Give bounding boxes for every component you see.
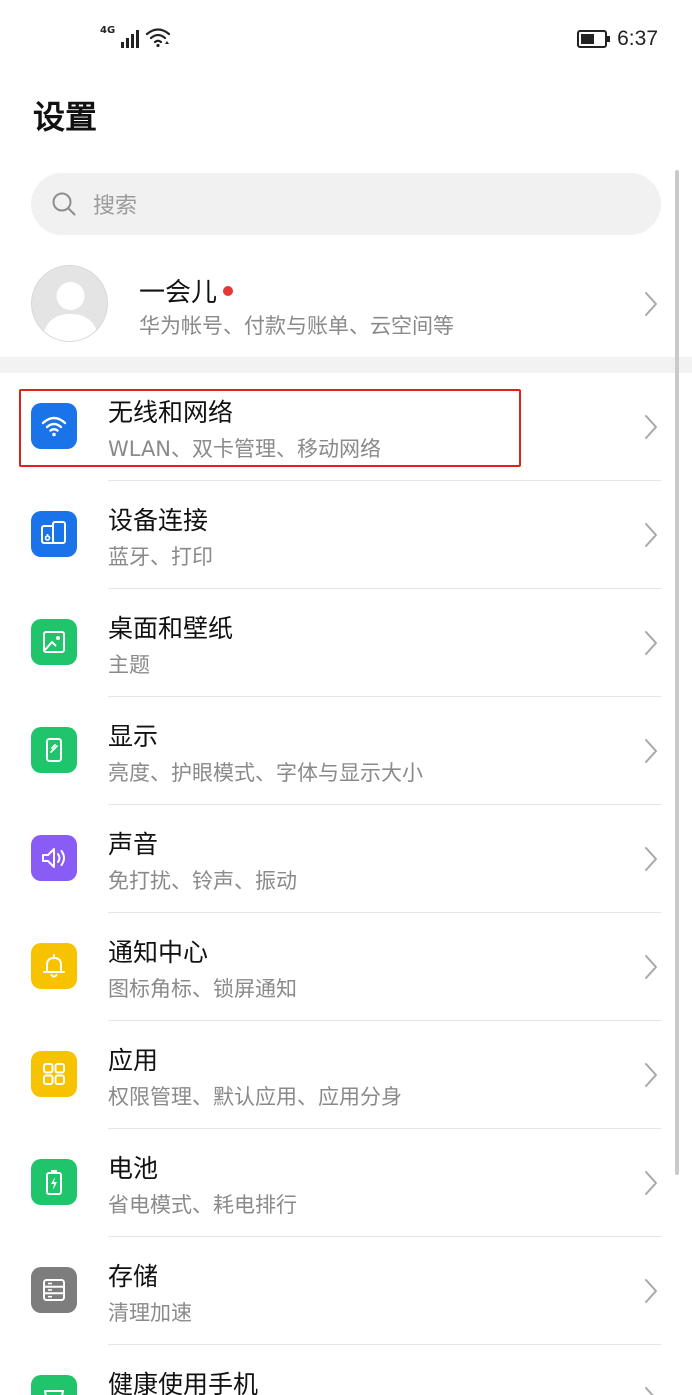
menu-item-title: 设备连接 xyxy=(108,506,209,535)
menu-item-title: 存储 xyxy=(108,1262,159,1291)
chevron-right-icon xyxy=(645,847,657,871)
battery-status-icon xyxy=(577,30,611,48)
menu-item-subtitle: 亮度、护眼模式、字体与显示大小 xyxy=(108,761,423,785)
chevron-right-icon xyxy=(645,1387,654,1395)
menu-item-title: 声音 xyxy=(108,830,159,859)
wifi-status-icon xyxy=(146,28,171,48)
account-row[interactable]: 一会儿 华为帐号、付款与账单、云空间等 xyxy=(0,258,692,350)
search-placeholder: 搜索 xyxy=(93,194,138,219)
account-subtitle: 华为帐号、付款与账单、云空间等 xyxy=(139,314,454,338)
device-connection-icon xyxy=(31,511,77,557)
chevron-right-icon xyxy=(645,523,657,547)
chevron-right-icon xyxy=(645,415,657,439)
menu-item-subtitle: 权限管理、默认应用、应用分身 xyxy=(108,1085,402,1109)
avatar xyxy=(31,265,108,342)
clock-time: 6:37 xyxy=(617,27,658,50)
menu-item-subtitle: 图标角标、锁屏通知 xyxy=(108,977,297,1001)
menu-item-title: 应用 xyxy=(108,1046,159,1075)
chevron-right-icon xyxy=(645,1063,657,1087)
account-name: 一会儿 xyxy=(139,278,218,308)
chevron-right-icon xyxy=(645,1279,657,1303)
menu-item-subtitle: 免打扰、铃声、振动 xyxy=(108,869,297,893)
menu-item-apps[interactable]: 应用 权限管理、默认应用、应用分身 xyxy=(0,1021,692,1129)
menu-item-title: 健康使用手机 xyxy=(108,1370,259,1395)
menu-item-desktop-wallpaper[interactable]: 桌面和壁纸 主题 xyxy=(0,589,692,697)
menu-item-title: 电池 xyxy=(108,1154,159,1183)
status-bar-left: 4G xyxy=(100,25,171,48)
signal-strength-icon xyxy=(121,30,140,48)
settings-screen: 4G 6:37 设置 搜索 一会儿 华为帐号、付款与账单、云空间等 无线和网络 … xyxy=(0,0,692,1395)
menu-item-title: 无线和网络 xyxy=(108,398,234,427)
account-name-container: 一会儿 xyxy=(139,272,234,309)
menu-item-subtitle: WLAN、双卡管理、移动网络 xyxy=(108,437,382,461)
menu-item-device-connection[interactable]: 设备连接 蓝牙、打印 xyxy=(0,481,692,589)
sound-icon xyxy=(31,835,77,881)
menu-item-subtitle: 主题 xyxy=(108,653,150,677)
chevron-right-icon xyxy=(645,739,657,763)
menu-item-title: 桌面和壁纸 xyxy=(108,614,234,643)
menu-item-subtitle: 蓝牙、打印 xyxy=(108,545,213,569)
scrollbar[interactable] xyxy=(675,170,679,1175)
network-type-label: 4G xyxy=(100,25,116,36)
menu-item-wireless-network[interactable]: 无线和网络 WLAN、双卡管理、移动网络 xyxy=(0,373,692,481)
settings-menu-list: 无线和网络 WLAN、双卡管理、移动网络 设备连接 蓝牙、打印 桌面和壁纸 主题… xyxy=(0,373,692,1395)
page-title: 设置 xyxy=(33,98,98,136)
menu-item-subtitle: 省电模式、耗电排行 xyxy=(108,1193,297,1217)
section-divider xyxy=(0,357,692,373)
menu-item-sound[interactable]: 声音 免打扰、铃声、振动 xyxy=(0,805,692,913)
chevron-right-icon xyxy=(645,631,657,655)
chevron-right-icon xyxy=(645,292,657,316)
chevron-right-icon xyxy=(645,955,657,979)
menu-item-storage[interactable]: 存储 清理加速 xyxy=(0,1237,692,1345)
status-bar-right: 6:37 xyxy=(577,27,658,51)
menu-item-battery[interactable]: 电池 省电模式、耗电排行 xyxy=(0,1129,692,1237)
menu-item-digital-balance[interactable]: 健康使用手机 xyxy=(0,1345,692,1395)
search-input[interactable]: 搜索 xyxy=(31,173,661,235)
notification-bell-icon xyxy=(31,943,77,989)
digital-balance-icon xyxy=(31,1375,77,1395)
chevron-right-icon xyxy=(645,1171,657,1195)
apps-grid-icon xyxy=(31,1051,77,1097)
wifi-icon xyxy=(31,403,77,449)
menu-item-notification-center[interactable]: 通知中心 图标角标、锁屏通知 xyxy=(0,913,692,1021)
notification-dot xyxy=(223,285,234,296)
search-icon xyxy=(52,192,76,216)
default-avatar-icon xyxy=(42,282,99,341)
menu-item-display[interactable]: 显示 亮度、护眼模式、字体与显示大小 xyxy=(0,697,692,805)
status-bar: 4G 6:37 xyxy=(0,0,692,80)
menu-item-title: 通知中心 xyxy=(108,938,209,967)
menu-item-title: 显示 xyxy=(108,722,159,751)
menu-item-subtitle: 清理加速 xyxy=(108,1301,192,1325)
display-icon xyxy=(31,727,77,773)
wallpaper-icon xyxy=(31,619,77,665)
storage-icon xyxy=(31,1267,77,1313)
battery-icon xyxy=(31,1159,77,1205)
